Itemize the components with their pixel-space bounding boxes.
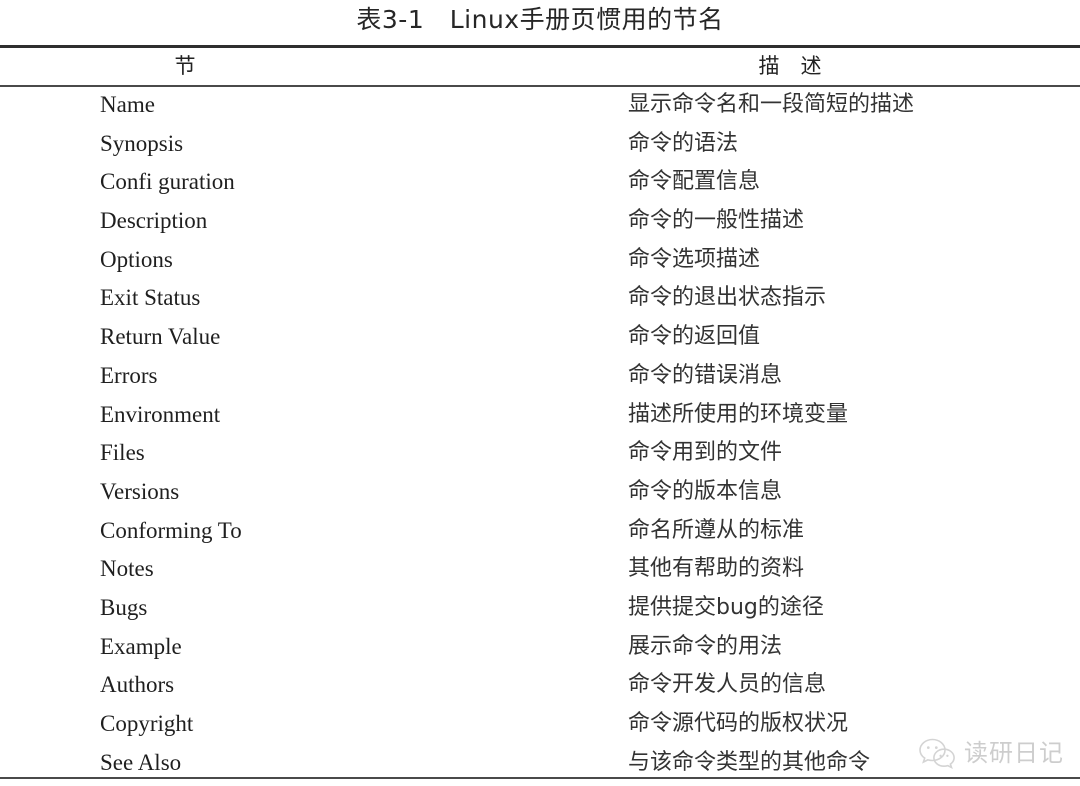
table-row: Bugs 提供提交bug的途径 bbox=[0, 593, 1080, 632]
column-header-description: 描 述 bbox=[758, 54, 822, 78]
cell-description: 显示命令名和一段简短的描述 bbox=[628, 92, 915, 117]
cell-section: Description bbox=[100, 208, 208, 234]
table-row: Confi guration 命令配置信息 bbox=[0, 167, 1080, 206]
table-row: Example 展示命令的用法 bbox=[0, 632, 1080, 671]
table-row: Name 显示命令名和一段简短的描述 bbox=[0, 90, 1080, 129]
table-row: Options 命令选项描述 bbox=[0, 245, 1080, 284]
table-row: Conforming To 命名所遵从的标准 bbox=[0, 516, 1080, 555]
table-caption: 表3-1 Linux手册页惯用的节名 bbox=[356, 5, 724, 34]
cell-section: Example bbox=[100, 633, 182, 659]
table-top-rule bbox=[0, 45, 1080, 48]
cell-section: Bugs bbox=[100, 594, 148, 620]
table-header-rule bbox=[0, 85, 1080, 87]
cell-description: 命令用到的文件 bbox=[628, 440, 783, 466]
table-row: Exit Status 命令的退出状态指示 bbox=[0, 283, 1080, 322]
cell-section: Errors bbox=[100, 362, 158, 388]
cell-section: Return Value bbox=[100, 324, 221, 350]
cell-description: 与该命令类型的其他命令 bbox=[628, 749, 871, 775]
cell-section: Environment bbox=[100, 401, 221, 427]
cell-section: Notes bbox=[100, 556, 154, 582]
cell-description: 命令的版本信息 bbox=[628, 478, 783, 504]
cell-description: 提供提交bug的途径 bbox=[628, 594, 824, 620]
cell-description: 命令的语法 bbox=[628, 130, 739, 156]
cell-description: 命令选项描述 bbox=[628, 246, 761, 272]
table-row: Synopsis 命令的语法 bbox=[0, 129, 1080, 168]
cell-section: Files bbox=[100, 440, 145, 466]
table-row: See Also 与该命令类型的其他命令 bbox=[0, 748, 1080, 786]
table-page: 表3-1 Linux手册页惯用的节名 节 描 述 Name 显示命令名和一段简短的… bbox=[0, 0, 1080, 784]
cell-section: See Also bbox=[100, 749, 182, 775]
cell-section: Authors bbox=[100, 672, 175, 698]
table-row: Description 命令的一般性描述 bbox=[0, 206, 1080, 245]
cell-description: 命令开发人员的信息 bbox=[628, 672, 827, 698]
table-row: Files 命令用到的文件 bbox=[0, 438, 1080, 477]
cell-section: Synopsis bbox=[100, 130, 184, 156]
cell-description: 描述所使用的环境变量 bbox=[628, 401, 849, 427]
table-row: Authors 命令开发人员的信息 bbox=[0, 670, 1080, 709]
cell-description: 命令源代码的版权状况 bbox=[628, 711, 849, 736]
cell-section: Confi guration bbox=[100, 169, 235, 195]
table-body: Name 显示命令名和一段简短的描述 Synopsis 命令的语法 Confi gura… bbox=[0, 90, 1080, 786]
cell-section: Options bbox=[100, 246, 173, 272]
table-bottom-rule bbox=[0, 777, 1080, 779]
column-header-section: 节 bbox=[174, 54, 196, 78]
table-row: Return Value 命令的返回值 bbox=[0, 322, 1080, 361]
cell-description: 命名所遵从的标准 bbox=[628, 517, 805, 543]
cell-description: 命令配置信息 bbox=[628, 169, 761, 195]
cell-section: Name bbox=[100, 92, 155, 117]
cell-section: Copyright bbox=[100, 711, 194, 736]
table-row: Notes 其他有帮助的资料 bbox=[0, 554, 1080, 593]
table-row: Versions 命令的版本信息 bbox=[0, 477, 1080, 516]
table-header-row: 节 描 述 bbox=[0, 50, 1080, 84]
cell-section: Conforming To bbox=[100, 517, 242, 543]
table-row: Copyright 命令源代码的版权状况 bbox=[0, 709, 1080, 748]
cell-section: Versions bbox=[100, 478, 180, 504]
cell-description: 命令的退出状态指示 bbox=[628, 285, 827, 311]
cell-description: 命令的错误消息 bbox=[628, 362, 783, 388]
cell-description: 命令的返回值 bbox=[628, 324, 761, 350]
cell-description: 展示命令的用法 bbox=[628, 633, 783, 659]
table-row: Errors 命令的错误消息 bbox=[0, 361, 1080, 400]
cell-section: Exit Status bbox=[100, 285, 201, 311]
table-row: Environment 描述所使用的环境变量 bbox=[0, 400, 1080, 439]
cell-description: 其他有帮助的资料 bbox=[628, 556, 805, 582]
cell-description: 命令的一般性描述 bbox=[628, 208, 805, 234]
